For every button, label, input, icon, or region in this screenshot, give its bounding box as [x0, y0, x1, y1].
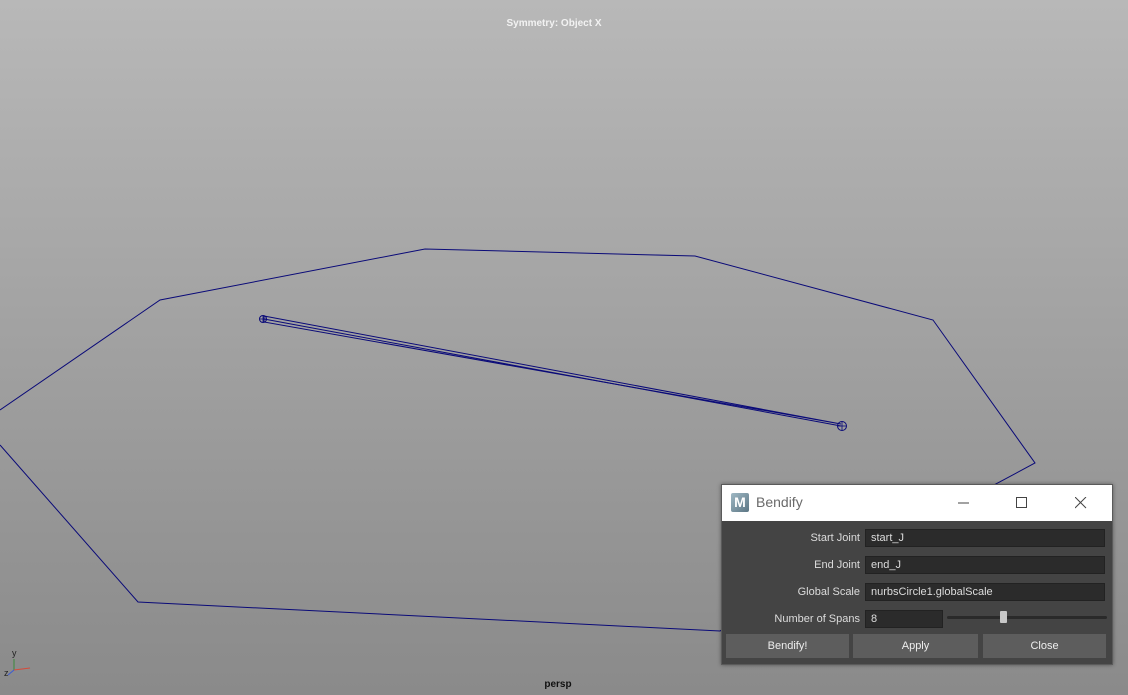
close-icon: [1075, 497, 1087, 509]
apply-button[interactable]: Apply: [853, 634, 978, 658]
global-scale-field[interactable]: [865, 583, 1105, 601]
camera-name-label: persp: [544, 679, 572, 690]
start-joint-field[interactable]: [865, 529, 1105, 547]
minimize-button[interactable]: [941, 485, 987, 521]
axis-gizmo-icon: y z: [4, 648, 31, 678]
spans-slider-track[interactable]: [947, 616, 1107, 619]
dialog-title: Bendify: [756, 494, 803, 510]
close-window-button[interactable]: [1058, 485, 1104, 521]
axis-z-label: z: [4, 668, 9, 678]
end-joint-field[interactable]: [865, 556, 1105, 574]
number-of-spans-label: Number of Spans: [774, 613, 860, 625]
dialog-titlebar[interactable]: M Bendify: [722, 485, 1112, 521]
number-of-spans-field[interactable]: [865, 610, 943, 628]
maximize-button[interactable]: [999, 485, 1045, 521]
global-scale-label: Global Scale: [797, 586, 860, 598]
close-button[interactable]: Close: [983, 634, 1106, 658]
joint-bone[interactable]: [263, 315, 842, 427]
maximize-icon: [1016, 497, 1027, 508]
spans-slider-handle[interactable]: [999, 611, 1007, 623]
maya-app-icon: M: [731, 493, 749, 512]
end-joint-label: End Joint: [814, 559, 860, 571]
start-joint-icon[interactable]: [259, 315, 267, 323]
bendify-dialog: M Bendify Start Joint End Joint Global S…: [721, 484, 1113, 665]
bendify-button[interactable]: Bendify!: [726, 634, 849, 658]
axis-y-label: y: [12, 648, 17, 658]
minimize-icon: [958, 502, 969, 504]
start-joint-label: Start Joint: [810, 532, 860, 544]
end-joint-icon[interactable]: [837, 421, 847, 431]
